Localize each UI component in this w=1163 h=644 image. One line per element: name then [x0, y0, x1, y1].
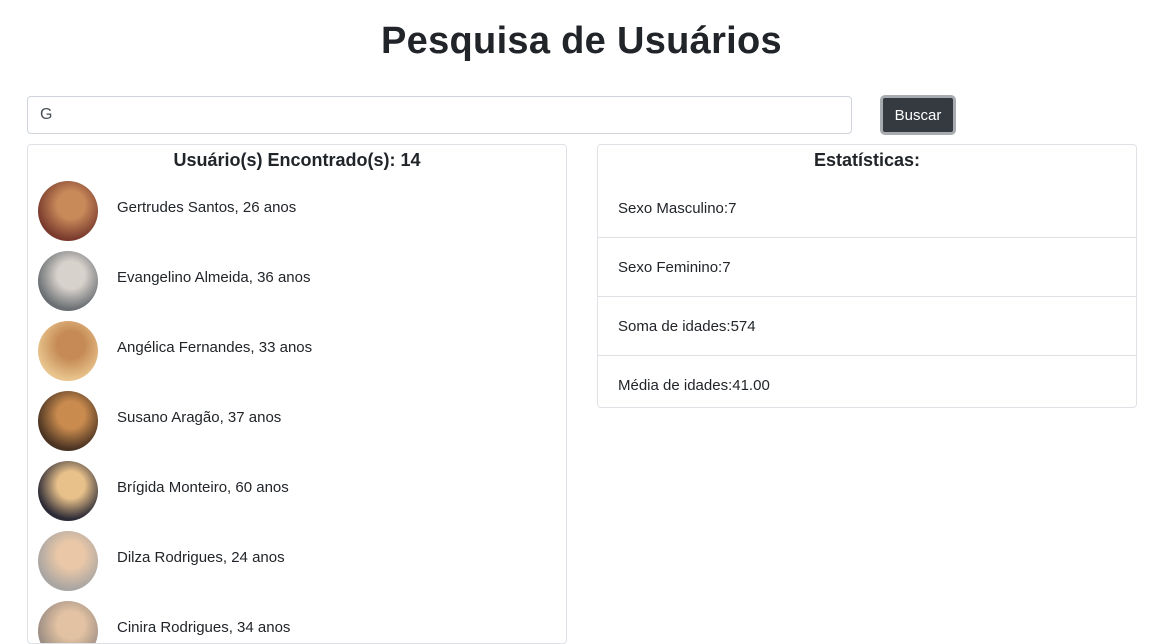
stat-label: Soma de idades: [618, 317, 731, 335]
avatar [38, 251, 98, 311]
stat-value: 7 [728, 199, 737, 217]
users-card-header: Usuário(s) Encontrado(s): 14 [173, 150, 421, 170]
stat-label: Sexo Masculino: [618, 199, 729, 217]
stat-label: Sexo Feminino: [618, 258, 723, 276]
search-input[interactable] [27, 96, 852, 134]
search-button[interactable]: Buscar [880, 95, 956, 135]
user-name-age: Dilza Rodrigues, 24 anos [117, 549, 285, 566]
list-item[interactable]: Evangelino Almeida, 36 anos [28, 247, 566, 317]
user-name-age: Angélica Fernandes, 33 anos [117, 339, 313, 356]
avatar [38, 531, 98, 591]
user-name-age: Cinira Rodrigues, 34 anos [117, 619, 291, 636]
stat-value: 7 [722, 258, 731, 276]
list-item[interactable]: Gertrudes Santos, 26 anos [28, 177, 566, 247]
user-name-age: Brígida Monteiro, 60 anos [117, 479, 289, 496]
list-item[interactable]: Angélica Fernandes, 33 anos [28, 317, 566, 387]
list-item[interactable]: Dilza Rodrigues, 24 anos [28, 527, 566, 597]
list-item[interactable]: Brígida Monteiro, 60 anos [28, 457, 566, 527]
list-item[interactable]: Cinira Rodrigues, 34 anos [28, 597, 566, 643]
list-item[interactable]: Susano Aragão, 37 anos [28, 387, 566, 457]
page-title: Pesquisa de Usuários [381, 20, 782, 62]
user-name-age: Gertrudes Santos, 26 anos [117, 199, 297, 216]
stat-female-count: Sexo Feminino: 7 [598, 238, 1136, 297]
avatar [38, 601, 98, 643]
stat-value: 41.00 [732, 377, 770, 394]
stat-age-average: Média de idades: 41.00 [598, 356, 1136, 407]
stat-male-count: Sexo Masculino: 7 [598, 179, 1136, 238]
users-card: Usuário(s) Encontrado(s): 14 Gertrudes S… [27, 144, 567, 644]
user-name-age: Susano Aragão, 37 anos [117, 409, 282, 426]
stat-age-sum: Soma de idades: 574 [598, 297, 1136, 356]
stat-label: Média de idades: [618, 377, 733, 394]
avatar [38, 461, 98, 521]
user-name-age: Evangelino Almeida, 36 anos [117, 269, 311, 286]
avatar [38, 321, 98, 381]
stats-card-header: Estatísticas: [813, 150, 921, 170]
stats-card: Estatísticas: Sexo Masculino: 7 Sexo Femi… [597, 144, 1137, 408]
stat-value: 574 [730, 317, 756, 335]
avatar [38, 391, 98, 451]
avatar [38, 181, 98, 241]
